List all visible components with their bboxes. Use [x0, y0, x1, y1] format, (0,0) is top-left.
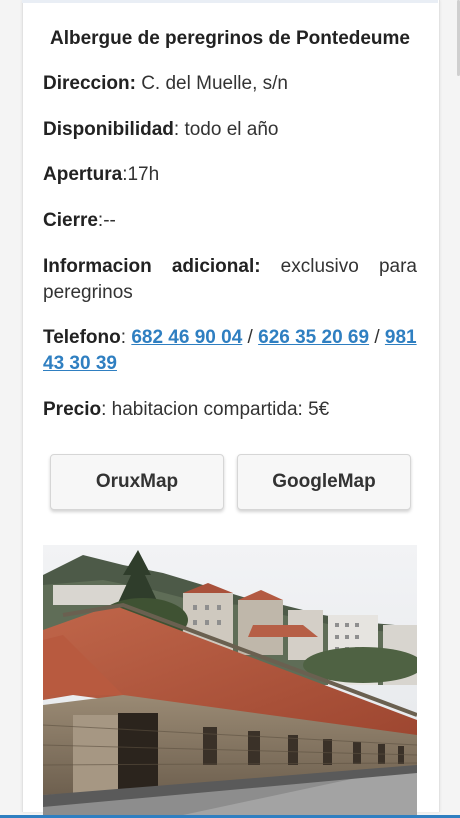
phone-sep-1: /: [242, 327, 259, 348]
page-title: Albergue de peregrinos de Pontedeume: [49, 28, 411, 49]
telefono-sep: :: [120, 327, 132, 348]
apertura-value: :17h: [122, 164, 160, 185]
precio-label: Precio: [43, 399, 102, 420]
cierre-value: :--: [97, 210, 116, 231]
precio-value: : habitacion compartida: 5€: [101, 399, 330, 420]
phone-sep-2: /: [369, 327, 385, 348]
direccion-value: C. del Muelle, s/n: [135, 73, 288, 94]
cierre-label: Cierre: [43, 210, 98, 231]
informacion-label: Informacion adicional:: [43, 256, 261, 277]
telefono-label: Telefono: [43, 327, 121, 348]
direccion-row: Direccion: C. del Muelle, s/n: [43, 71, 417, 97]
oruxmap-button[interactable]: OruxMap: [50, 454, 224, 510]
informacion-row: Informacion adicional: exclusivo para pe…: [43, 254, 417, 306]
precio-row: Precio: habitacion compartida: 5€: [43, 397, 417, 423]
albergue-photo-illustration: [43, 545, 417, 815]
disponibilidad-row: Disponibilidad: todo el año: [43, 117, 417, 143]
googlemap-button[interactable]: GoogleMap: [237, 454, 411, 510]
disponibilidad-value: : todo el año: [173, 119, 279, 140]
apertura-row: Apertura:17h: [43, 162, 417, 188]
telefono-row: Telefono: 682 46 90 04 / 626 35 20 69 / …: [43, 325, 417, 377]
disponibilidad-label: Disponibilidad: [43, 119, 174, 140]
direccion-label: Direccion:: [43, 73, 136, 94]
cierre-row: Cierre:--: [43, 208, 417, 234]
albergue-photo: [43, 545, 417, 815]
phone-link-2[interactable]: 626 35 20 69: [258, 327, 369, 348]
apertura-label: Apertura: [43, 164, 123, 185]
phone-link-1[interactable]: 682 46 90 04: [131, 327, 242, 348]
top-edge: [22, 0, 438, 3]
